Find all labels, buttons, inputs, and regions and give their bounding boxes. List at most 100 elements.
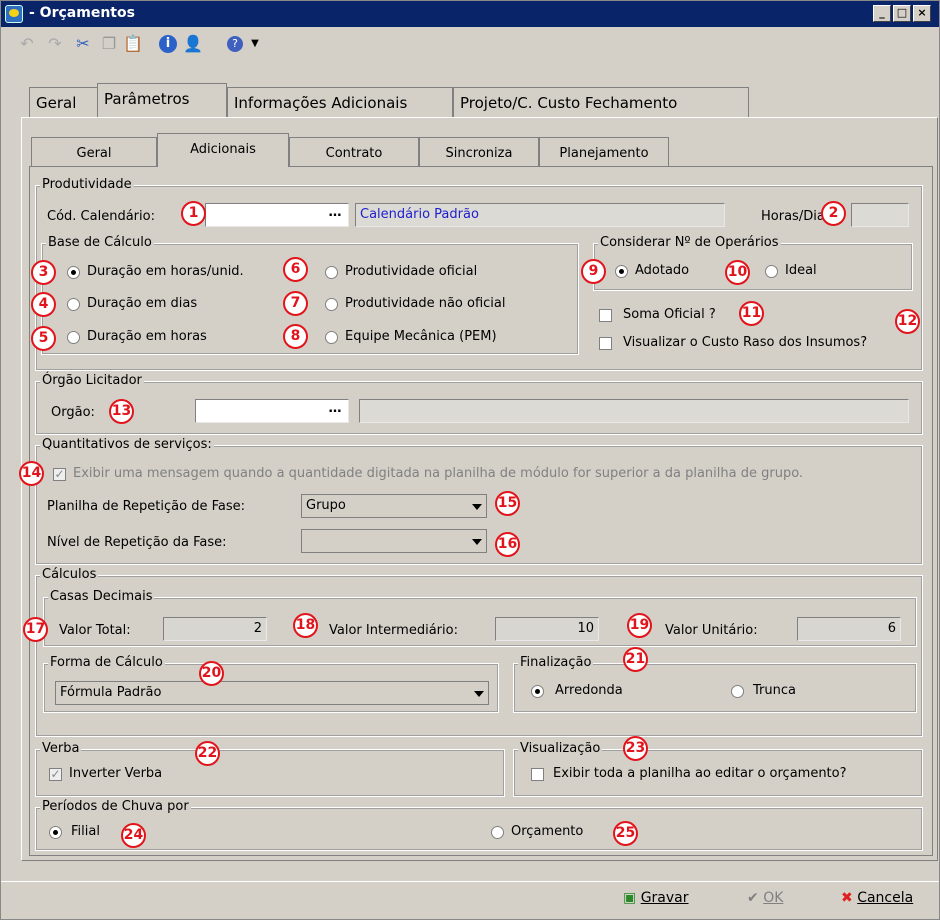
minimize-button[interactable]: _ <box>873 5 891 22</box>
marker-10: 10 <box>725 260 750 285</box>
radio-horas-unid[interactable] <box>67 266 80 279</box>
cancel-x-icon: ✖ <box>841 890 853 906</box>
radio-pem[interactable] <box>325 331 338 344</box>
toolbar: ↶ ↷ ✂ ❐ 📋 i 👤 ? ▼ <box>1 29 939 59</box>
subtab-adicionais[interactable]: Adicionais <box>157 133 289 167</box>
label-horas: Duração em horas <box>87 329 207 344</box>
radio-trunca[interactable] <box>731 685 744 698</box>
valor-total-input[interactable]: 2 <box>163 617 267 641</box>
lookup-button[interactable]: … <box>324 206 346 224</box>
calculos-title: Cálculos <box>40 567 99 582</box>
app-icon <box>5 5 23 23</box>
verba-title: Verba <box>40 741 82 756</box>
valor-intermediario-input[interactable]: 10 <box>495 617 599 641</box>
button-bar: ▣ Gravar ✔ OK ✖ Cancela <box>1 881 939 919</box>
marker-14: 14 <box>19 461 44 486</box>
operarios-title: Considerar Nº de Operários <box>598 235 781 250</box>
valor-unitario-label: Valor Unitário: <box>665 623 758 638</box>
subtab-contrato[interactable]: Contrato <box>289 137 419 167</box>
marker-25: 25 <box>613 821 638 846</box>
help-icon[interactable]: ? <box>227 36 243 52</box>
marker-19: 19 <box>627 613 652 638</box>
forma-calculo-select[interactable]: Fórmula Padrão <box>55 681 489 705</box>
orgao-label: Orgão: <box>51 405 95 420</box>
radio-prod-oficial[interactable] <box>325 266 338 279</box>
cod-calendario-label: Cód. Calendário: <box>47 209 155 224</box>
chevron-down-icon <box>474 691 484 697</box>
inverter-verba-label: Inverter Verba <box>69 766 163 781</box>
label-adotado: Adotado <box>635 263 690 278</box>
dropdown-arrow-icon[interactable]: ▼ <box>245 34 265 54</box>
radio-prod-nao-oficial[interactable] <box>325 298 338 311</box>
exibir-mensagem-checkbox[interactable]: ✓ <box>53 468 66 481</box>
tab-informacoes-adicionais[interactable]: Informações Adicionais <box>227 87 453 117</box>
subtab-geral[interactable]: Geral <box>31 137 157 167</box>
marker-24: 24 <box>121 823 146 848</box>
marker-6: 6 <box>283 257 308 282</box>
undo-icon[interactable]: ↶ <box>17 34 37 54</box>
marker-21: 21 <box>623 647 648 672</box>
base-calculo-title: Base de Cálculo <box>46 235 154 250</box>
marker-7: 7 <box>283 291 308 316</box>
horas-dia-input[interactable] <box>851 203 909 227</box>
exibir-planilha-checkbox[interactable] <box>531 768 544 781</box>
close-button[interactable]: × <box>913 5 931 22</box>
planilha-repeticao-select[interactable]: Grupo <box>301 494 487 518</box>
orgao-title: Órgão Licitador <box>40 373 144 388</box>
radio-arredonda[interactable] <box>531 685 544 698</box>
redo-icon[interactable]: ↷ <box>45 34 65 54</box>
nivel-repeticao-select[interactable] <box>301 529 487 553</box>
marker-8: 8 <box>283 324 308 349</box>
radio-orcamento[interactable] <box>491 826 504 839</box>
tab-parametros[interactable]: Parâmetros <box>97 83 227 117</box>
radio-dias[interactable] <box>67 298 80 311</box>
marker-12: 12 <box>895 309 920 334</box>
marker-3: 3 <box>31 260 56 285</box>
marker-2: 2 <box>821 201 846 226</box>
radio-filial[interactable] <box>49 826 62 839</box>
cancela-button[interactable]: ✖ Cancela <box>841 890 913 906</box>
cod-calendario-input[interactable]: … <box>205 203 349 227</box>
valor-intermediario-label: Valor Intermediário: <box>329 623 458 638</box>
subtab-sincroniza[interactable]: Sincroniza <box>419 137 539 167</box>
tab-geral[interactable]: Geral <box>29 87 99 117</box>
cut-icon[interactable]: ✂ <box>73 34 93 54</box>
ok-button[interactable]: ✔ OK <box>747 890 783 906</box>
radio-ideal[interactable] <box>765 265 778 278</box>
marker-1: 1 <box>181 201 206 226</box>
orcamentos-window: - Orçamentos _ □ × ↶ ↷ ✂ ❐ 📋 i 👤 ? ▼ Ger… <box>0 0 940 920</box>
paste-icon[interactable]: 📋 <box>123 34 143 54</box>
valor-total-label: Valor Total: <box>59 623 131 638</box>
copy-icon[interactable]: ❐ <box>99 34 119 54</box>
inverter-verba-checkbox[interactable]: ✓ <box>49 768 62 781</box>
gravar-button[interactable]: ▣ Gravar <box>623 890 689 906</box>
chevron-down-icon <box>472 539 482 545</box>
info-icon[interactable]: i <box>159 35 177 53</box>
subtab-planejamento[interactable]: Planejamento <box>539 137 669 167</box>
soma-oficial-checkbox[interactable] <box>599 309 612 322</box>
quantitativos-title: Quantitativos de serviços: <box>40 437 214 452</box>
calendario-name-field: Calendário Padrão <box>355 203 725 227</box>
chuva-title: Períodos de Chuva por <box>40 799 191 814</box>
custo-raso-checkbox[interactable] <box>599 337 612 350</box>
label-ideal: Ideal <box>785 263 817 278</box>
marker-4: 4 <box>31 292 56 317</box>
planilha-repeticao-label: Planilha de Repetição de Fase: <box>47 499 245 514</box>
orgao-input[interactable]: … <box>195 399 349 423</box>
tab-projeto-custo[interactable]: Projeto/C. Custo Fechamento <box>453 87 749 117</box>
casas-decimais-title: Casas Decimais <box>48 589 155 604</box>
valor-unitario-input[interactable]: 6 <box>797 617 901 641</box>
label-dias: Duração em dias <box>87 296 198 311</box>
user-icon[interactable]: 👤 <box>183 34 203 54</box>
marker-18: 18 <box>293 613 318 638</box>
orgao-lookup-button[interactable]: … <box>324 402 346 420</box>
forma-calculo-title: Forma de Cálculo <box>48 655 165 670</box>
marker-11: 11 <box>739 301 764 326</box>
exibir-mensagem-label: Exibir uma mensagem quando a quantidade … <box>73 466 804 481</box>
label-filial: Filial <box>71 824 100 839</box>
soma-oficial-label: Soma Oficial ? <box>623 307 716 322</box>
maximize-button[interactable]: □ <box>893 5 911 22</box>
radio-horas[interactable] <box>67 331 80 344</box>
radio-adotado[interactable] <box>615 265 628 278</box>
visualizacao-title: Visualização <box>518 741 603 756</box>
